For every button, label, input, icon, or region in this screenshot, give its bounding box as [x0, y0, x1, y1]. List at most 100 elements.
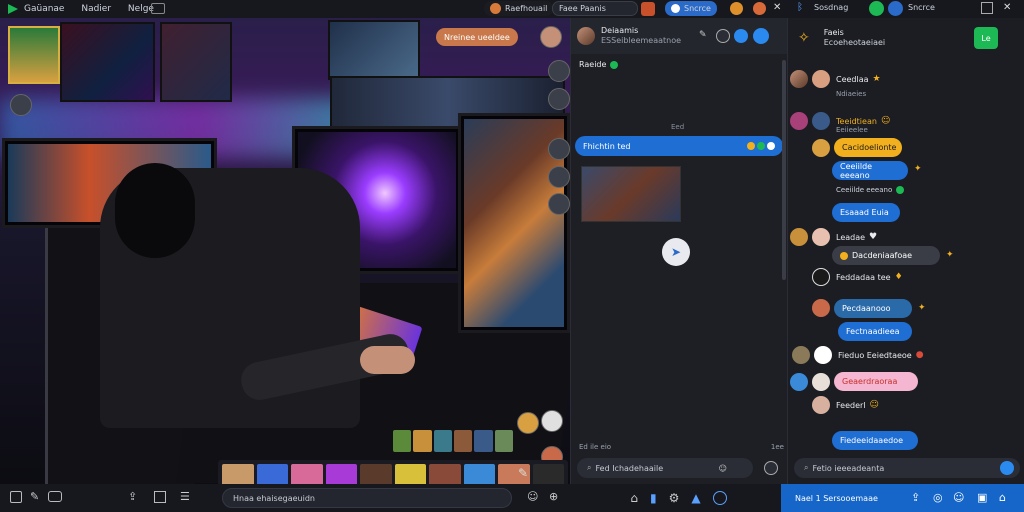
close-window-icon[interactable]: ✕ — [1003, 2, 1011, 13]
mid-game-icon[interactable]: ⚙ — [669, 491, 680, 505]
right-msg-3-avatar[interactable] — [790, 228, 808, 246]
participant-thumb-6[interactable] — [394, 464, 426, 484]
right-msg-5-avatar-2[interactable] — [814, 346, 832, 364]
avatar-top-right[interactable] — [540, 26, 562, 48]
mid-action-icon-2[interactable] — [734, 29, 748, 43]
mid-compass-icon[interactable]: ➤ — [662, 238, 690, 266]
menu-item-2[interactable]: Nadier — [81, 4, 111, 14]
reaction-icon-1[interactable] — [747, 142, 755, 150]
attach-icon[interactable]: ⊕ — [549, 490, 558, 503]
right-bubble-1[interactable]: Cacidoelionte — [834, 138, 902, 157]
mid-image-attachment[interactable] — [581, 166, 681, 222]
right-bubble-avatar-7[interactable] — [790, 373, 808, 391]
right-bubble-3[interactable]: Esaaad Euia — [832, 203, 900, 222]
avatar-side-4[interactable] — [548, 166, 570, 188]
mid-chart-icon[interactable]: ▲ — [691, 491, 700, 505]
participant-thumb-10[interactable] — [532, 464, 564, 484]
card-2[interactable] — [413, 430, 432, 452]
window-icon[interactable] — [151, 3, 165, 14]
card-5[interactable] — [474, 430, 493, 452]
participant-thumb-3[interactable] — [291, 464, 323, 484]
video-stage[interactable]: Nreinee ueeldee ✎ — [0, 18, 570, 484]
avatar-side-2[interactable] — [548, 88, 570, 110]
right-message-input[interactable]: ⌕ Fetio ieeeadeanta — [794, 458, 1020, 478]
page-tab[interactable]: Faee Paanis — [552, 1, 638, 16]
right-msg-1-avatar[interactable] — [790, 70, 808, 88]
share-icon[interactable]: ⇪ — [128, 490, 137, 503]
right-footer-more-icon[interactable]: ⌂ — [999, 491, 1006, 504]
right-bubble-8[interactable]: Fiedeeidaaedoe — [832, 431, 918, 450]
small-avatar-left[interactable] — [10, 94, 32, 116]
mid-stats-icon[interactable]: ▮ — [650, 491, 657, 505]
bottom-search-input[interactable]: Hnaa ehaisegaeuidn — [222, 488, 512, 508]
mid-action-icon-1[interactable] — [716, 29, 730, 43]
participant-thumb-4[interactable] — [325, 464, 357, 484]
right-bubble-4[interactable]: Dacdeniaafoae — [832, 246, 940, 265]
shield-icon[interactable] — [888, 1, 903, 16]
mid-header-avatar[interactable] — [577, 27, 595, 45]
right-bubble-5[interactable]: Pecdaanooo — [834, 299, 912, 318]
mid-tools-icon[interactable]: ✎ — [699, 30, 707, 40]
mid-bubble-1[interactable]: Fhichtin ted — [575, 136, 783, 156]
avatar-bottom-2[interactable] — [541, 410, 563, 432]
gallery-icon[interactable] — [10, 491, 22, 503]
right-msg-3-avatar-2[interactable] — [812, 228, 830, 246]
right-bubble-2[interactable]: Ceeiilde eeeano — [832, 161, 908, 180]
participant-thumb-2[interactable] — [256, 464, 288, 484]
avatar-bottom-1[interactable] — [517, 412, 539, 434]
right-tab-label[interactable]: Sosdnag — [814, 3, 848, 12]
right-bubble-avatar-1[interactable] — [812, 139, 830, 157]
close-icon[interactable]: ✕ — [773, 2, 781, 13]
card-3[interactable] — [433, 430, 452, 452]
card-1[interactable] — [393, 430, 412, 452]
mid-send-icon[interactable] — [764, 461, 778, 475]
avatar-side-5[interactable] — [548, 193, 570, 215]
right-msg-4-avatar[interactable] — [812, 268, 830, 286]
bluetooth-icon[interactable]: ᛒ — [797, 2, 803, 13]
streamer-avatar[interactable] — [8, 26, 60, 84]
right-bubble-7[interactable]: Geaerdraoraa — [834, 372, 918, 391]
chat-icon[interactable] — [48, 491, 62, 502]
reaction-icon-2[interactable] — [757, 142, 765, 150]
broadcast-tab[interactable]: Raefhouail — [484, 1, 554, 16]
coin-icon[interactable] — [730, 2, 743, 15]
right-footer-chat-icon[interactable]: ◎ — [933, 491, 943, 504]
maximize-icon[interactable] — [981, 2, 993, 14]
card-4[interactable] — [453, 430, 473, 452]
right-footer-label[interactable]: Nael 1 Sersooemaae — [795, 494, 878, 503]
mid-home-icon[interactable]: ⌂ — [630, 491, 638, 505]
pen-icon[interactable]: ✎ — [518, 466, 528, 480]
right-msg-1-avatar-2[interactable] — [812, 70, 830, 88]
reaction-icon-3[interactable] — [767, 142, 775, 150]
right-bubble-6[interactable]: Fectnaadieea — [838, 322, 912, 341]
stream-tag[interactable]: Nreinee ueeldee — [436, 28, 518, 46]
layout-icon[interactable] — [154, 491, 166, 503]
mid-scrollbar[interactable] — [782, 60, 786, 280]
right-send-icon[interactable] — [1000, 461, 1014, 475]
participant-thumb-5[interactable] — [360, 464, 392, 484]
mid-action-icon-3[interactable] — [753, 28, 769, 44]
green-status-icon[interactable] — [869, 1, 884, 16]
right-msg-2-avatar-2[interactable] — [812, 112, 830, 130]
card-6[interactable] — [494, 430, 513, 452]
right-footer-gift-icon[interactable]: ▣ — [977, 491, 987, 504]
participant-thumb-7[interactable] — [429, 464, 461, 484]
participant-thumb-8[interactable] — [463, 464, 495, 484]
record-icon[interactable] — [641, 2, 655, 16]
avatar-side-3[interactable] — [548, 138, 570, 160]
mid-profile-icon[interactable] — [712, 491, 727, 505]
edit-icon[interactable]: ✎ — [30, 490, 39, 503]
list-icon[interactable]: ☰ — [180, 490, 190, 503]
emoji-icon[interactable]: ☺ — [527, 490, 538, 503]
avatar-side-1[interactable] — [548, 60, 570, 82]
right-bubble-avatar-5[interactable] — [812, 299, 830, 317]
right-msg-2-avatar[interactable] — [790, 112, 808, 130]
settings-icon[interactable] — [753, 2, 766, 15]
menu-item-1[interactable]: Gaüanae — [24, 4, 64, 14]
right-footer-share-icon[interactable]: ⇪ — [911, 491, 920, 504]
right-footer-emoji-icon[interactable]: ☺ — [953, 491, 964, 504]
mid-input-emoji-icon[interactable]: ☺ — [719, 464, 727, 473]
right-msg-6-avatar[interactable] — [812, 396, 830, 414]
center-tab[interactable]: Sncrce — [665, 1, 717, 16]
mid-message-input[interactable]: ⌕ Fed Ichadehaaile ☺ — [577, 458, 753, 478]
